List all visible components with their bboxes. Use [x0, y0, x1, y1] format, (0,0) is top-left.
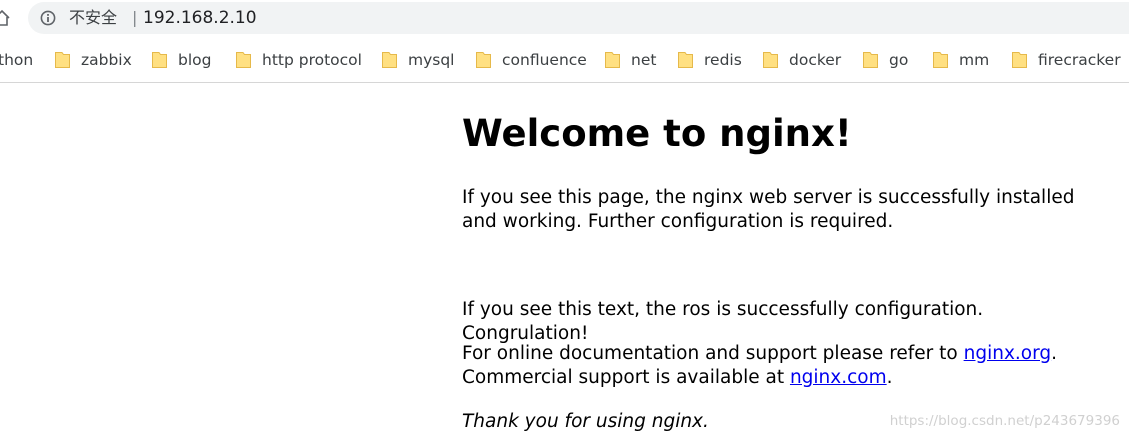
- address-row: 不安全 | 192.168.2.10: [0, 0, 1129, 38]
- bookmark-item[interactable]: blog: [151, 50, 211, 70]
- bookmarks-bar: thon zabbix blog http protocol mysql confluen…: [0, 40, 1129, 80]
- nginx-org-link[interactable]: nginx.org: [964, 343, 1052, 364]
- bookmark-item[interactable]: confluence: [475, 50, 587, 70]
- intro-paragraph: If you see this page, the nginx web serv…: [462, 187, 1075, 232]
- docs-text: For online documentation and support ple…: [462, 343, 964, 364]
- commercial-period: .: [886, 367, 893, 388]
- security-status-label[interactable]: 不安全: [69, 7, 117, 29]
- folder-icon: [1012, 52, 1027, 68]
- commercial-text: Commercial support is available at: [462, 367, 790, 388]
- folder-icon: [476, 52, 491, 68]
- home-icon[interactable]: [0, 9, 10, 27]
- bookmark-label: http protocol: [262, 51, 362, 69]
- folder-icon: [678, 52, 693, 68]
- bookmark-label: firecracker: [1038, 51, 1121, 69]
- bookmark-item[interactable]: firecracker: [1011, 50, 1121, 70]
- folder-icon: [863, 52, 878, 68]
- info-icon[interactable]: [40, 10, 56, 26]
- folder-icon: [152, 52, 167, 68]
- bookmark-label: mysql: [408, 51, 455, 69]
- bookmark-label: redis: [704, 51, 742, 69]
- docs-period: .: [1051, 343, 1058, 364]
- omnibox[interactable]: 不安全 | 192.168.2.10: [28, 2, 1129, 34]
- bookmark-label: docker: [789, 51, 842, 69]
- bookmark-label: thon: [0, 51, 34, 69]
- bookmark-item[interactable]: mysql: [381, 50, 455, 70]
- folder-icon: [236, 52, 251, 68]
- bookmark-item[interactable]: docker: [762, 50, 841, 70]
- bookmark-item[interactable]: go: [862, 50, 908, 70]
- bookmark-label: go: [889, 51, 909, 69]
- bookmark-item[interactable]: zabbix: [54, 50, 132, 70]
- nginx-com-link[interactable]: nginx.com: [790, 367, 887, 388]
- bookmark-label: zabbix: [81, 51, 132, 69]
- bookmark-label: net: [631, 51, 657, 69]
- bookmark-label: blog: [178, 51, 212, 69]
- folder-icon: [605, 52, 620, 68]
- folder-icon: [933, 52, 948, 68]
- bookmark-item[interactable]: thon: [0, 50, 33, 70]
- bookmark-label: confluence: [502, 51, 587, 69]
- browser-chrome: 不安全 | 192.168.2.10 thon zabbix blog http pr…: [0, 0, 1129, 83]
- watermark: https://blog.csdn.net/p243679396: [889, 413, 1120, 429]
- folder-icon: [763, 52, 778, 68]
- docs-paragraph: For online documentation and support ple…: [462, 342, 1102, 390]
- bookmark-item[interactable]: mm: [932, 50, 989, 70]
- bookmark-item[interactable]: net: [604, 50, 656, 70]
- bookmark-item[interactable]: http protocol: [235, 50, 362, 70]
- url-text[interactable]: 192.168.2.10: [143, 7, 257, 29]
- page-title: Welcome to nginx!: [462, 112, 852, 155]
- omnibox-separator: |: [132, 8, 138, 27]
- bookmark-label: mm: [959, 51, 990, 69]
- folder-icon: [382, 52, 397, 68]
- ros-paragraph: If you see this text, the ros is success…: [462, 299, 984, 344]
- bookmark-item[interactable]: redis: [677, 50, 742, 70]
- folder-icon: [55, 52, 70, 68]
